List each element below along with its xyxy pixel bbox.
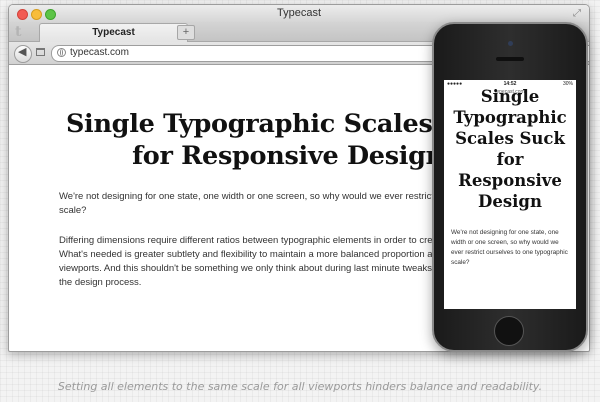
phone-headline: Single Typographic Scales Suck for Respo… (453, 87, 567, 211)
tab-typecast[interactable]: Typecast (39, 23, 188, 42)
back-arrow-icon: ◀ (18, 46, 27, 58)
back-button[interactable]: ◀ (14, 45, 32, 63)
title-bar[interactable]: Typecast ⤢ (9, 5, 589, 22)
home-button[interactable] (494, 316, 524, 346)
camera-icon (508, 41, 513, 46)
expand-icon[interactable]: ⤢ (573, 8, 581, 19)
bookmarks-icon[interactable] (36, 48, 45, 56)
url-text[interactable]: typecast.com (70, 47, 129, 58)
phone-device: ●●●●● 14:52 30% typecast.com Single Typo… (432, 22, 588, 352)
typecast-logo-icon: t (15, 24, 22, 40)
globe-icon (57, 48, 66, 57)
phone-paragraph: We're not designing for one state, one w… (451, 229, 568, 266)
speaker-grille (496, 57, 524, 61)
phone-screen: ●●●●● 14:52 30% typecast.com Single Typo… (444, 80, 576, 309)
new-tab-button[interactable]: + (177, 25, 195, 40)
figure-caption: Setting all elements to the same scale f… (57, 380, 543, 393)
window-title: Typecast (276, 7, 322, 19)
